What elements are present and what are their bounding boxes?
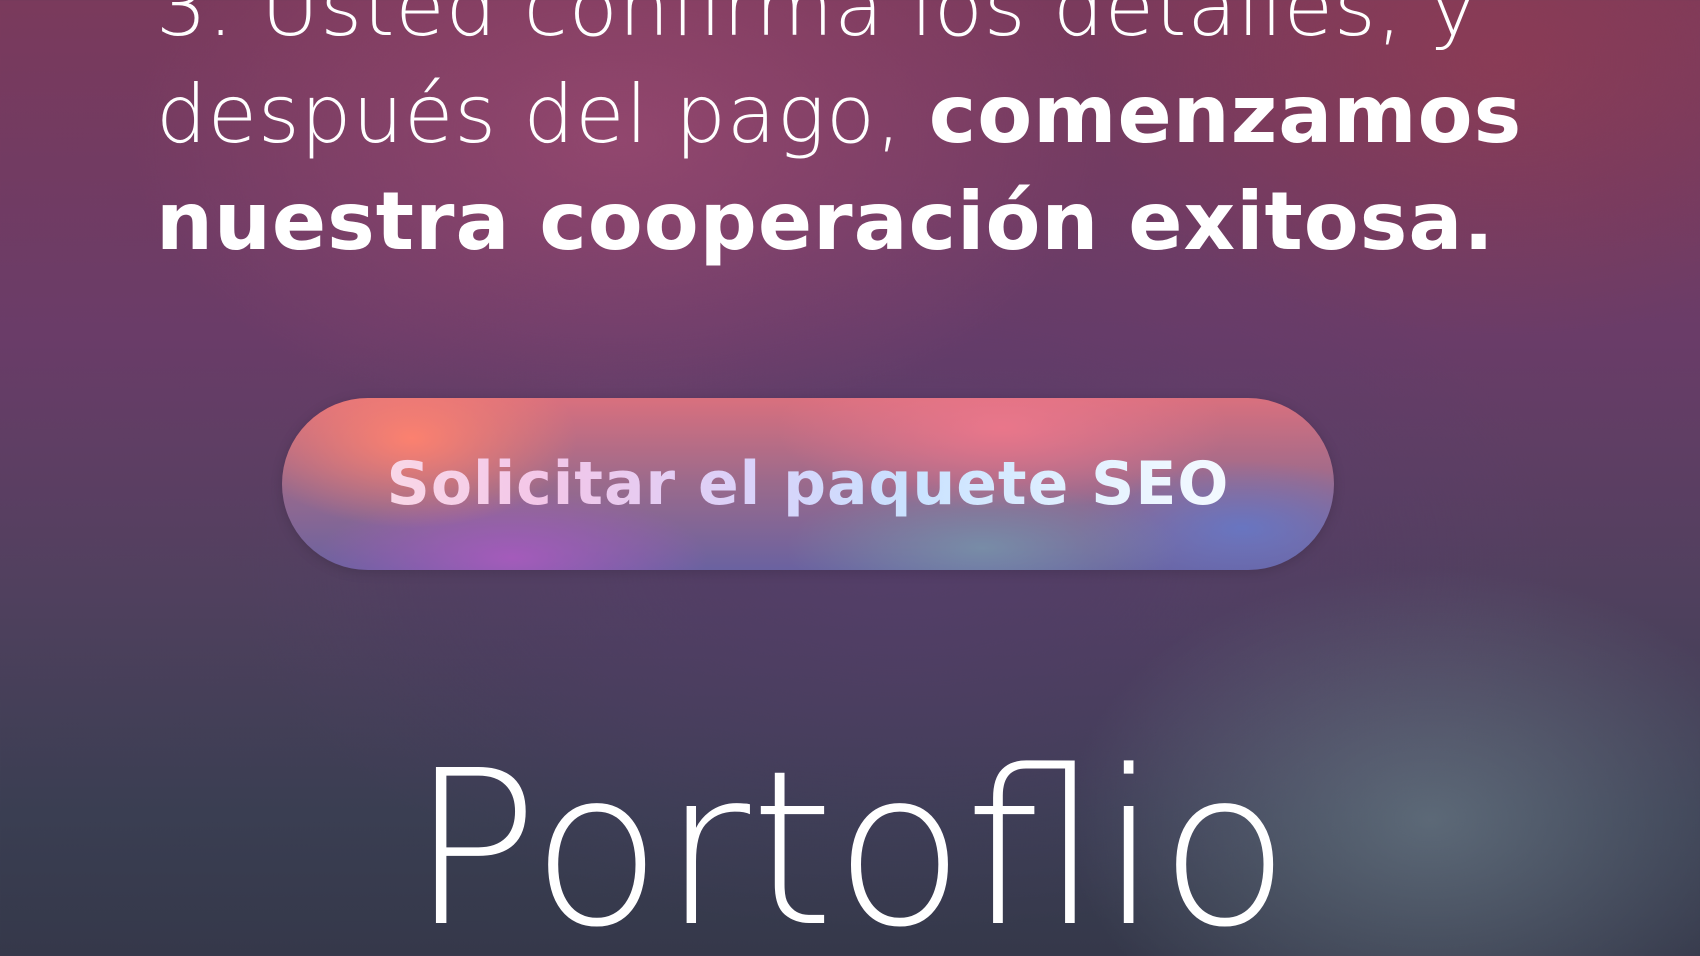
step-3-text: 3. Usted confirma los detalles, y despué… [156, 0, 1636, 275]
request-seo-package-button[interactable]: Solicitar el paquete SEO [282, 398, 1334, 570]
portfolio-heading: Portoflio [409, 725, 1291, 956]
request-seo-package-label: Solicitar el paquete SEO [282, 398, 1334, 570]
